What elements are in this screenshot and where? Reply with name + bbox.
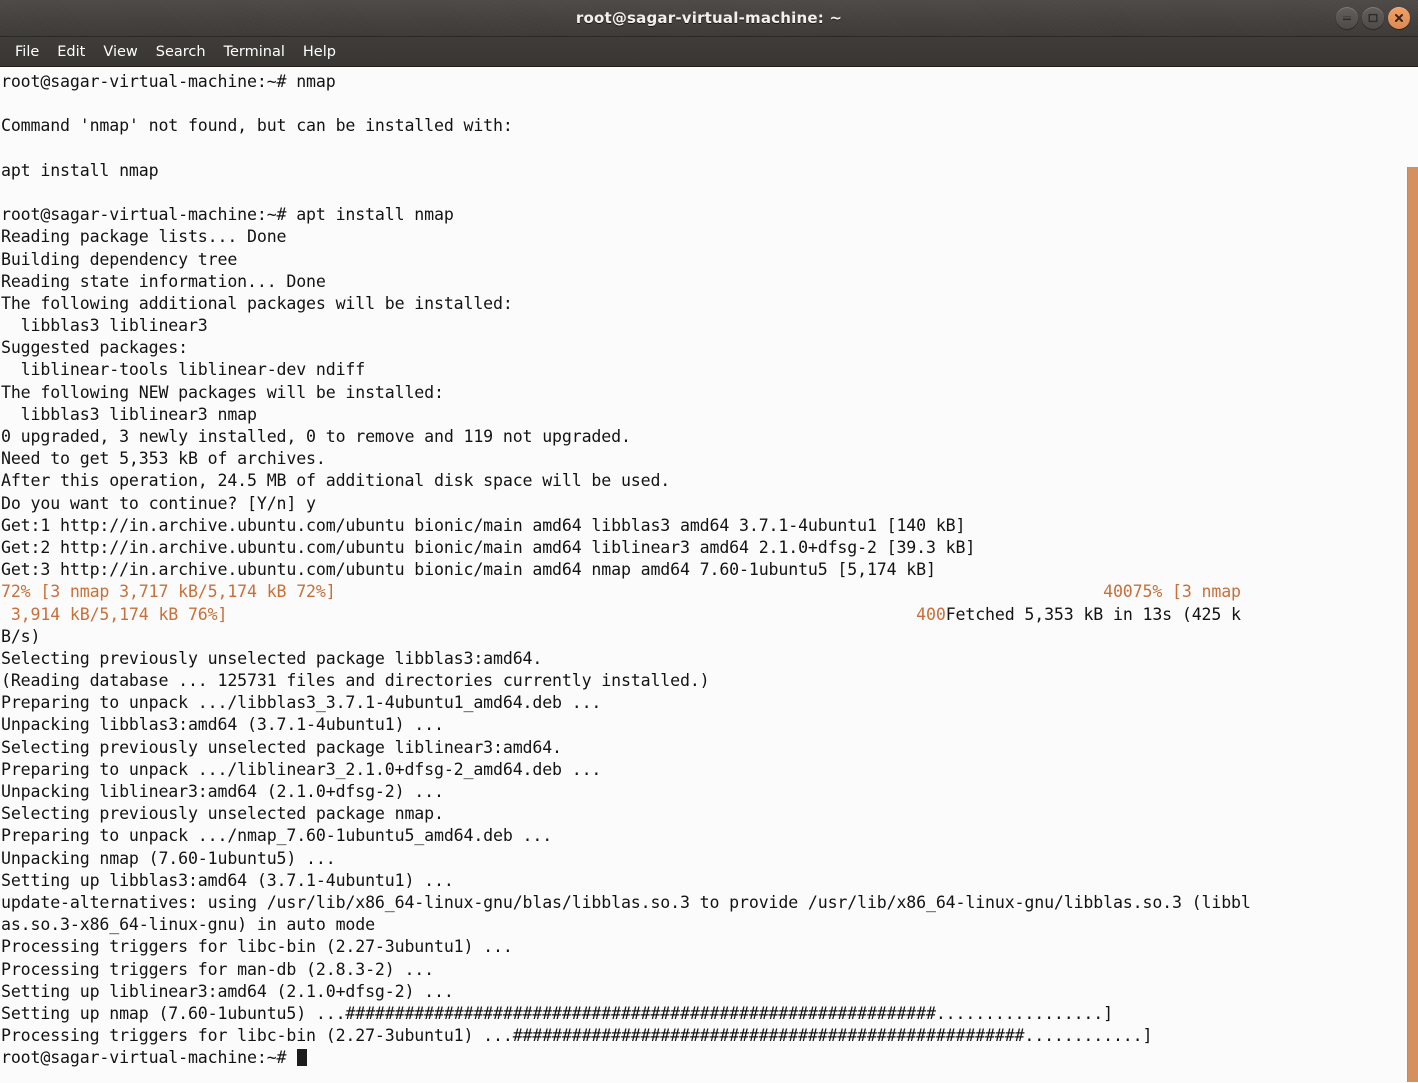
- terminal-line: After this operation, 24.5 MB of additio…: [1, 471, 671, 491]
- progress-gap: [336, 582, 1104, 601]
- terminal-screen[interactable]: root@sagar-virtual-machine:~# nmap Comma…: [0, 67, 1418, 1069]
- terminal-line: Need to get 5,353 kB of archives.: [1, 449, 326, 469]
- terminal-line: The following NEW packages will be insta…: [1, 382, 444, 402]
- maximize-icon: [1367, 12, 1379, 24]
- terminal-line: root@sagar-virtual-machine:~# apt instal…: [1, 205, 454, 225]
- terminal-line: Processing triggers for libc-bin (2.27-3…: [1, 1026, 1153, 1046]
- terminal-line: apt install nmap: [1, 160, 159, 180]
- terminal-line: 0 upgraded, 3 newly installed, 0 to remo…: [1, 427, 631, 446]
- terminal-line: Building dependency tree: [1, 249, 238, 269]
- menu-bar: File Edit View Search Terminal Help: [0, 37, 1418, 67]
- terminal-line: Setting up nmap (7.60-1ubuntu5) ...#####…: [1, 1003, 1113, 1023]
- menu-item-terminal[interactable]: Terminal: [215, 41, 294, 63]
- progress-remnant: 400: [916, 604, 946, 624]
- terminal-line: Selecting previously unselected package …: [1, 737, 562, 757]
- menu-item-view[interactable]: View: [94, 41, 146, 63]
- scrollbar-thumb[interactable]: [1407, 167, 1418, 1082]
- terminal-line: libblas3 liblinear3 nmap: [1, 404, 257, 424]
- terminal-line: Selecting previously unselected package …: [1, 804, 444, 824]
- terminal-line: Get:1 http://in.archive.ubuntu.com/ubunt…: [1, 515, 966, 535]
- terminal-line: libblas3 liblinear3: [1, 316, 208, 336]
- terminal-line: update-alternatives: using /usr/lib/x86_…: [1, 892, 1251, 912]
- terminal-line: Preparing to unpack .../liblinear3_2.1.0…: [1, 759, 602, 779]
- terminal-line: Processing triggers for man-db (2.8.3-2)…: [1, 959, 434, 979]
- menu-item-edit[interactable]: Edit: [48, 41, 94, 63]
- terminal-output-area[interactable]: root@sagar-virtual-machine:~# nmap Comma…: [0, 67, 1418, 1083]
- terminal-line: Processing triggers for libc-bin (2.27-3…: [1, 937, 513, 957]
- progress-right: 40075% [3 nmap: [1103, 582, 1241, 602]
- menu-item-search[interactable]: Search: [147, 41, 215, 63]
- maximize-button[interactable]: [1362, 7, 1384, 29]
- progress-left: 72% [3 nmap 3,717 kB/5,174 kB 72%]: [1, 582, 336, 602]
- terminal-line: root@sagar-virtual-machine:~# nmap: [1, 72, 336, 91]
- terminal-line: Preparing to unpack .../nmap_7.60-1ubunt…: [1, 826, 553, 846]
- terminal-line: Unpacking libblas3:amd64 (3.7.1-4ubuntu1…: [1, 715, 444, 735]
- terminal-line: Get:3 http://in.archive.ubuntu.com/ubunt…: [1, 560, 936, 580]
- terminal-line: as.so.3-x86_64-linux-gnu) in auto mode: [1, 915, 375, 935]
- terminal-line: Unpacking liblinear3:amd64 (2.1.0+dfsg-2…: [1, 782, 444, 801]
- terminal-line: Do you want to continue? [Y/n] y: [1, 493, 316, 513]
- terminal-line: Setting up libblas3:amd64 (3.7.1-4ubuntu…: [1, 870, 454, 890]
- terminal-line: The following additional packages will b…: [1, 293, 513, 313]
- terminal-line: Unpacking nmap (7.60-1ubuntu5) ...: [1, 848, 336, 868]
- terminal-line: Reading package lists... Done: [1, 227, 287, 247]
- terminal-line: Suggested packages:: [1, 338, 188, 358]
- command-prompt-line[interactable]: root@sagar-virtual-machine:~#: [1, 1047, 1418, 1069]
- progress-gap: [227, 605, 916, 624]
- window-title: root@sagar-virtual-machine: ~: [575, 9, 843, 27]
- terminal-line: (Reading database ... 125731 files and d…: [1, 671, 710, 691]
- menu-item-file[interactable]: File: [6, 41, 48, 63]
- minimize-button[interactable]: [1336, 7, 1358, 29]
- download-progress-line-1: 72% [3 nmap 3,717 kB/5,174 kB 72%] 40075…: [1, 581, 1418, 603]
- terminal-line: B/s): [1, 626, 41, 646]
- text-cursor: [297, 1049, 308, 1067]
- terminal-line: Selecting previously unselected package …: [1, 648, 543, 668]
- title-bar[interactable]: root@sagar-virtual-machine: ~: [0, 0, 1418, 37]
- terminal-line: Command 'nmap' not found, but can be ins…: [1, 116, 513, 136]
- scrollbar-track[interactable]: [1402, 67, 1418, 1083]
- menu-item-help[interactable]: Help: [294, 41, 345, 63]
- close-button[interactable]: [1388, 7, 1410, 29]
- window-controls: [1336, 0, 1410, 36]
- terminal-line: Get:2 http://in.archive.ubuntu.com/ubunt…: [1, 537, 976, 557]
- terminal-line: Setting up liblinear3:amd64 (2.1.0+dfsg-…: [1, 981, 454, 1001]
- progress-left: 3,914 kB/5,174 kB 76%]: [1, 604, 228, 624]
- minimize-icon: [1341, 12, 1353, 24]
- prompt-text: root@sagar-virtual-machine:~#: [1, 1048, 297, 1068]
- download-progress-line-2: 3,914 kB/5,174 kB 76%] 400Fetched 5,353 …: [1, 604, 1418, 626]
- terminal-line: Reading state information... Done: [1, 271, 326, 291]
- terminal-window: root@sagar-virtual-machine: ~ File Edit …: [0, 0, 1418, 1083]
- terminal-line: liblinear-tools liblinear-dev ndiff: [1, 360, 366, 380]
- terminal-line: Preparing to unpack .../libblas3_3.7.1-4…: [1, 693, 602, 713]
- fetched-summary: Fetched 5,353 kB in 13s (425 k: [945, 604, 1241, 624]
- close-icon: [1393, 12, 1405, 24]
